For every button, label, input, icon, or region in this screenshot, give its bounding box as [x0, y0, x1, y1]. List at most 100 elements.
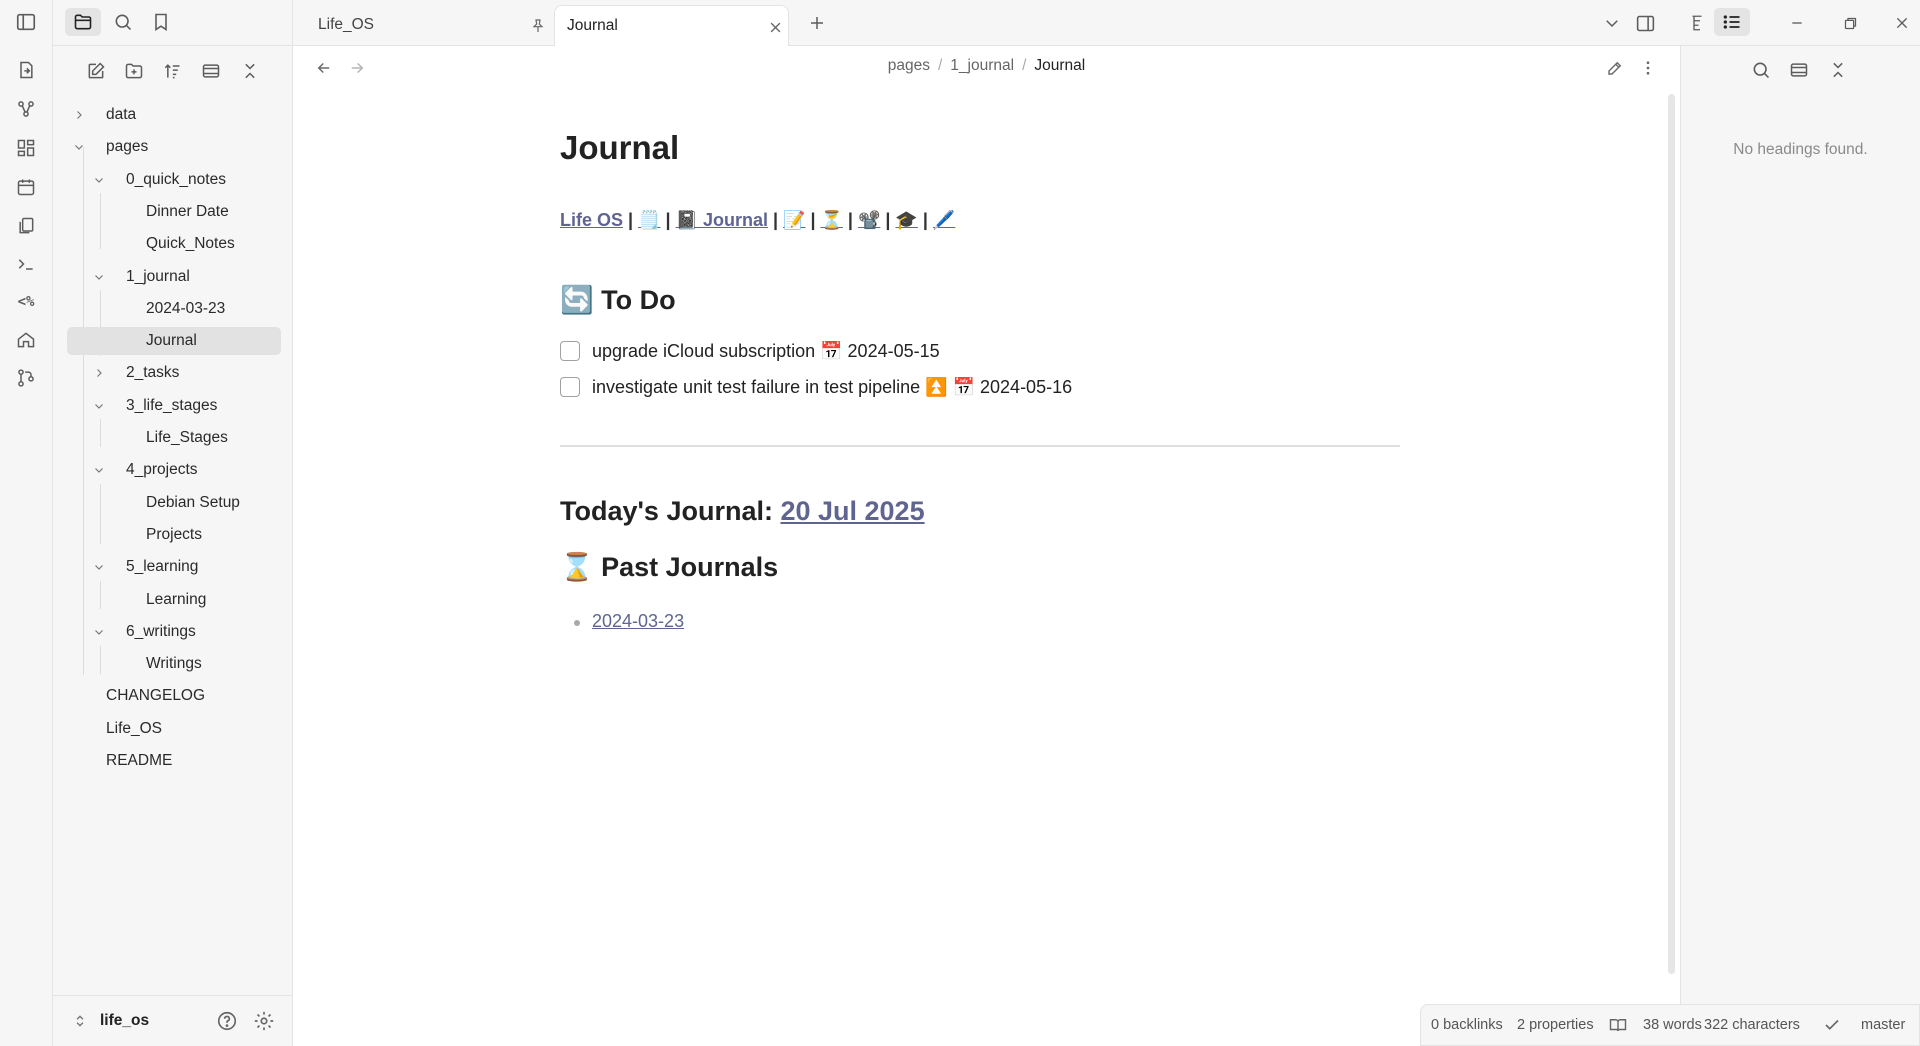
- minimize-icon[interactable]: [1784, 10, 1810, 36]
- files-tab-icon[interactable]: [65, 8, 101, 36]
- tab-title: Life_OS: [318, 16, 375, 33]
- past-journal-link[interactable]: 2024-03-23: [592, 611, 684, 632]
- tree-folder-tasks[interactable]: 2_tasks: [63, 359, 281, 387]
- pen-link[interactable]: 🖊️: [933, 210, 955, 230]
- projector-link[interactable]: 📽️: [858, 210, 880, 230]
- reading-mode-book-icon[interactable]: [1609, 1016, 1627, 1038]
- edit-mode-pencil-icon[interactable]: [1602, 55, 1628, 81]
- auto-reveal-icon[interactable]: [198, 58, 224, 84]
- collapse-all-icon[interactable]: [1825, 57, 1851, 83]
- clipboard-link[interactable]: 🗒️: [638, 210, 660, 230]
- breadcrumb-pages[interactable]: pages: [888, 57, 930, 74]
- tree-file-life-os[interactable]: Life_OS: [63, 715, 281, 743]
- tree-file-readme[interactable]: README: [63, 747, 281, 775]
- new-tab-plus-icon[interactable]: [804, 10, 830, 36]
- sort-order-icon[interactable]: [159, 58, 185, 84]
- tree-file-changelog[interactable]: CHANGELOG: [63, 682, 281, 710]
- breadcrumb-journal-folder[interactable]: 1_journal: [950, 57, 1014, 74]
- tree-label: CHANGELOG: [106, 687, 206, 704]
- tree-file-learning[interactable]: Learning: [63, 586, 281, 614]
- backlinks-tab-icon[interactable]: [1684, 10, 1710, 36]
- close-icon[interactable]: [766, 18, 784, 36]
- git-branch-name[interactable]: master: [1861, 1017, 1905, 1033]
- terminal-icon[interactable]: [14, 252, 38, 276]
- nav-links-line: Life OS | 🗒️ | 📓 Journal | 📝 | ⏳ | 📽️ | 🎓 | 🖊️: [560, 210, 955, 231]
- tree-label: Life_Stages: [146, 429, 228, 446]
- vault-name[interactable]: life_os: [100, 1012, 149, 1030]
- tab-life-os[interactable]: Life_OS: [305, 5, 555, 46]
- settings-gear-icon[interactable]: [253, 1010, 275, 1037]
- tree-folder-learning[interactable]: 5_learning: [63, 553, 281, 581]
- tab-title: Journal: [567, 17, 618, 34]
- todays-journal-link[interactable]: 20 Jul 2025: [780, 496, 924, 526]
- breadcrumb-separator: /: [1022, 57, 1027, 74]
- git-icon[interactable]: [14, 366, 38, 390]
- breadcrumb-current-note[interactable]: Journal: [1034, 57, 1085, 74]
- tree-folder-life-stages[interactable]: 3_life_stages: [63, 392, 281, 420]
- tab-list-chevron-down-icon[interactable]: [1599, 10, 1625, 36]
- tree-folder-projects[interactable]: 4_projects: [63, 456, 281, 484]
- journal-link[interactable]: 📓 Journal: [676, 210, 768, 230]
- sidebar-toggle-icon[interactable]: [14, 10, 38, 34]
- tree-file-debian-setup[interactable]: Debian Setup: [63, 489, 281, 517]
- help-icon[interactable]: [216, 1010, 238, 1037]
- new-folder-icon[interactable]: [121, 58, 147, 84]
- calendar-icon[interactable]: [14, 175, 38, 199]
- pin-icon[interactable]: [529, 17, 547, 35]
- chevron-right-icon: [72, 108, 86, 122]
- search-icon[interactable]: [1748, 57, 1774, 83]
- sync-check-icon[interactable]: [1823, 1016, 1841, 1038]
- outline-tab-icon[interactable]: [1714, 8, 1750, 36]
- tree-file-journal-selected[interactable]: Journal: [67, 327, 281, 355]
- tree-file-writings[interactable]: Writings: [63, 650, 281, 678]
- collapse-all-icon[interactable]: [237, 58, 263, 84]
- bookmarks-tab-icon[interactable]: [143, 8, 179, 36]
- life-os-link[interactable]: Life OS: [560, 210, 623, 230]
- hourglass-link[interactable]: ⏳: [820, 210, 842, 230]
- right-sidebar-toggle-icon[interactable]: [1632, 10, 1658, 36]
- tree-label: data: [106, 106, 137, 123]
- tree-file-quick-notes[interactable]: Quick_Notes: [63, 230, 281, 258]
- home-icon[interactable]: [14, 328, 38, 352]
- graduation-cap-link[interactable]: 🎓: [895, 210, 917, 230]
- tree-label: Learning: [146, 591, 207, 608]
- chevrons-up-down-icon[interactable]: [73, 1013, 87, 1034]
- tree-folder-writings[interactable]: 6_writings: [63, 618, 281, 646]
- nav-separator: |: [885, 210, 891, 230]
- properties-count[interactable]: 2 properties: [1517, 1017, 1594, 1033]
- task-item: upgrade iCloud subscription 📅 2024-05-15: [560, 337, 940, 365]
- task-checkbox[interactable]: [560, 341, 580, 361]
- chevron-down-icon: [72, 140, 86, 154]
- tree-file-dinner-date[interactable]: Dinner Date: [63, 198, 281, 226]
- tree-folder-pages[interactable]: pages: [63, 133, 281, 161]
- tree-file-projects[interactable]: Projects: [63, 521, 281, 549]
- editor-pane: pages/1_journal / Journal Journal Life OS |…: [293, 46, 1680, 1046]
- canvas-icon[interactable]: [14, 136, 38, 160]
- more-options-icon[interactable]: [1635, 55, 1661, 81]
- tree-file-2024-03-23[interactable]: 2024-03-23: [63, 295, 281, 323]
- nav-separator: |: [772, 210, 779, 230]
- memo-link[interactable]: 📝: [783, 210, 805, 230]
- close-window-icon[interactable]: [1889, 10, 1915, 36]
- templater-icon[interactable]: <%: [14, 290, 38, 314]
- tree-label: 1_journal: [126, 268, 190, 285]
- tree-folder-journal[interactable]: 1_journal: [63, 263, 281, 291]
- tree-label: 4_projects: [126, 461, 198, 478]
- tree-folder-quick-notes[interactable]: 0_quick_notes: [63, 166, 281, 194]
- task-checkbox[interactable]: [560, 377, 580, 397]
- search-tab-icon[interactable]: [105, 8, 141, 36]
- tree-file-life-stages[interactable]: Life_Stages: [63, 424, 281, 452]
- tree-folder-data[interactable]: data: [63, 101, 281, 129]
- auto-expand-icon[interactable]: [1786, 57, 1812, 83]
- todays-journal-prefix: Today's Journal:: [560, 496, 781, 526]
- templates-icon[interactable]: [14, 214, 38, 238]
- tab-bar: Life_OS Journal: [293, 0, 1920, 46]
- scrollbar[interactable]: [1668, 94, 1675, 974]
- breadcrumb-separator: /: [937, 57, 943, 74]
- open-quick-switcher-icon[interactable]: [14, 58, 38, 82]
- tab-journal[interactable]: Journal: [554, 5, 789, 46]
- restore-window-icon[interactable]: [1837, 10, 1863, 36]
- backlinks-count[interactable]: 0 backlinks: [1431, 1017, 1503, 1033]
- new-note-icon[interactable]: [83, 58, 109, 84]
- graph-view-icon[interactable]: [14, 97, 38, 121]
